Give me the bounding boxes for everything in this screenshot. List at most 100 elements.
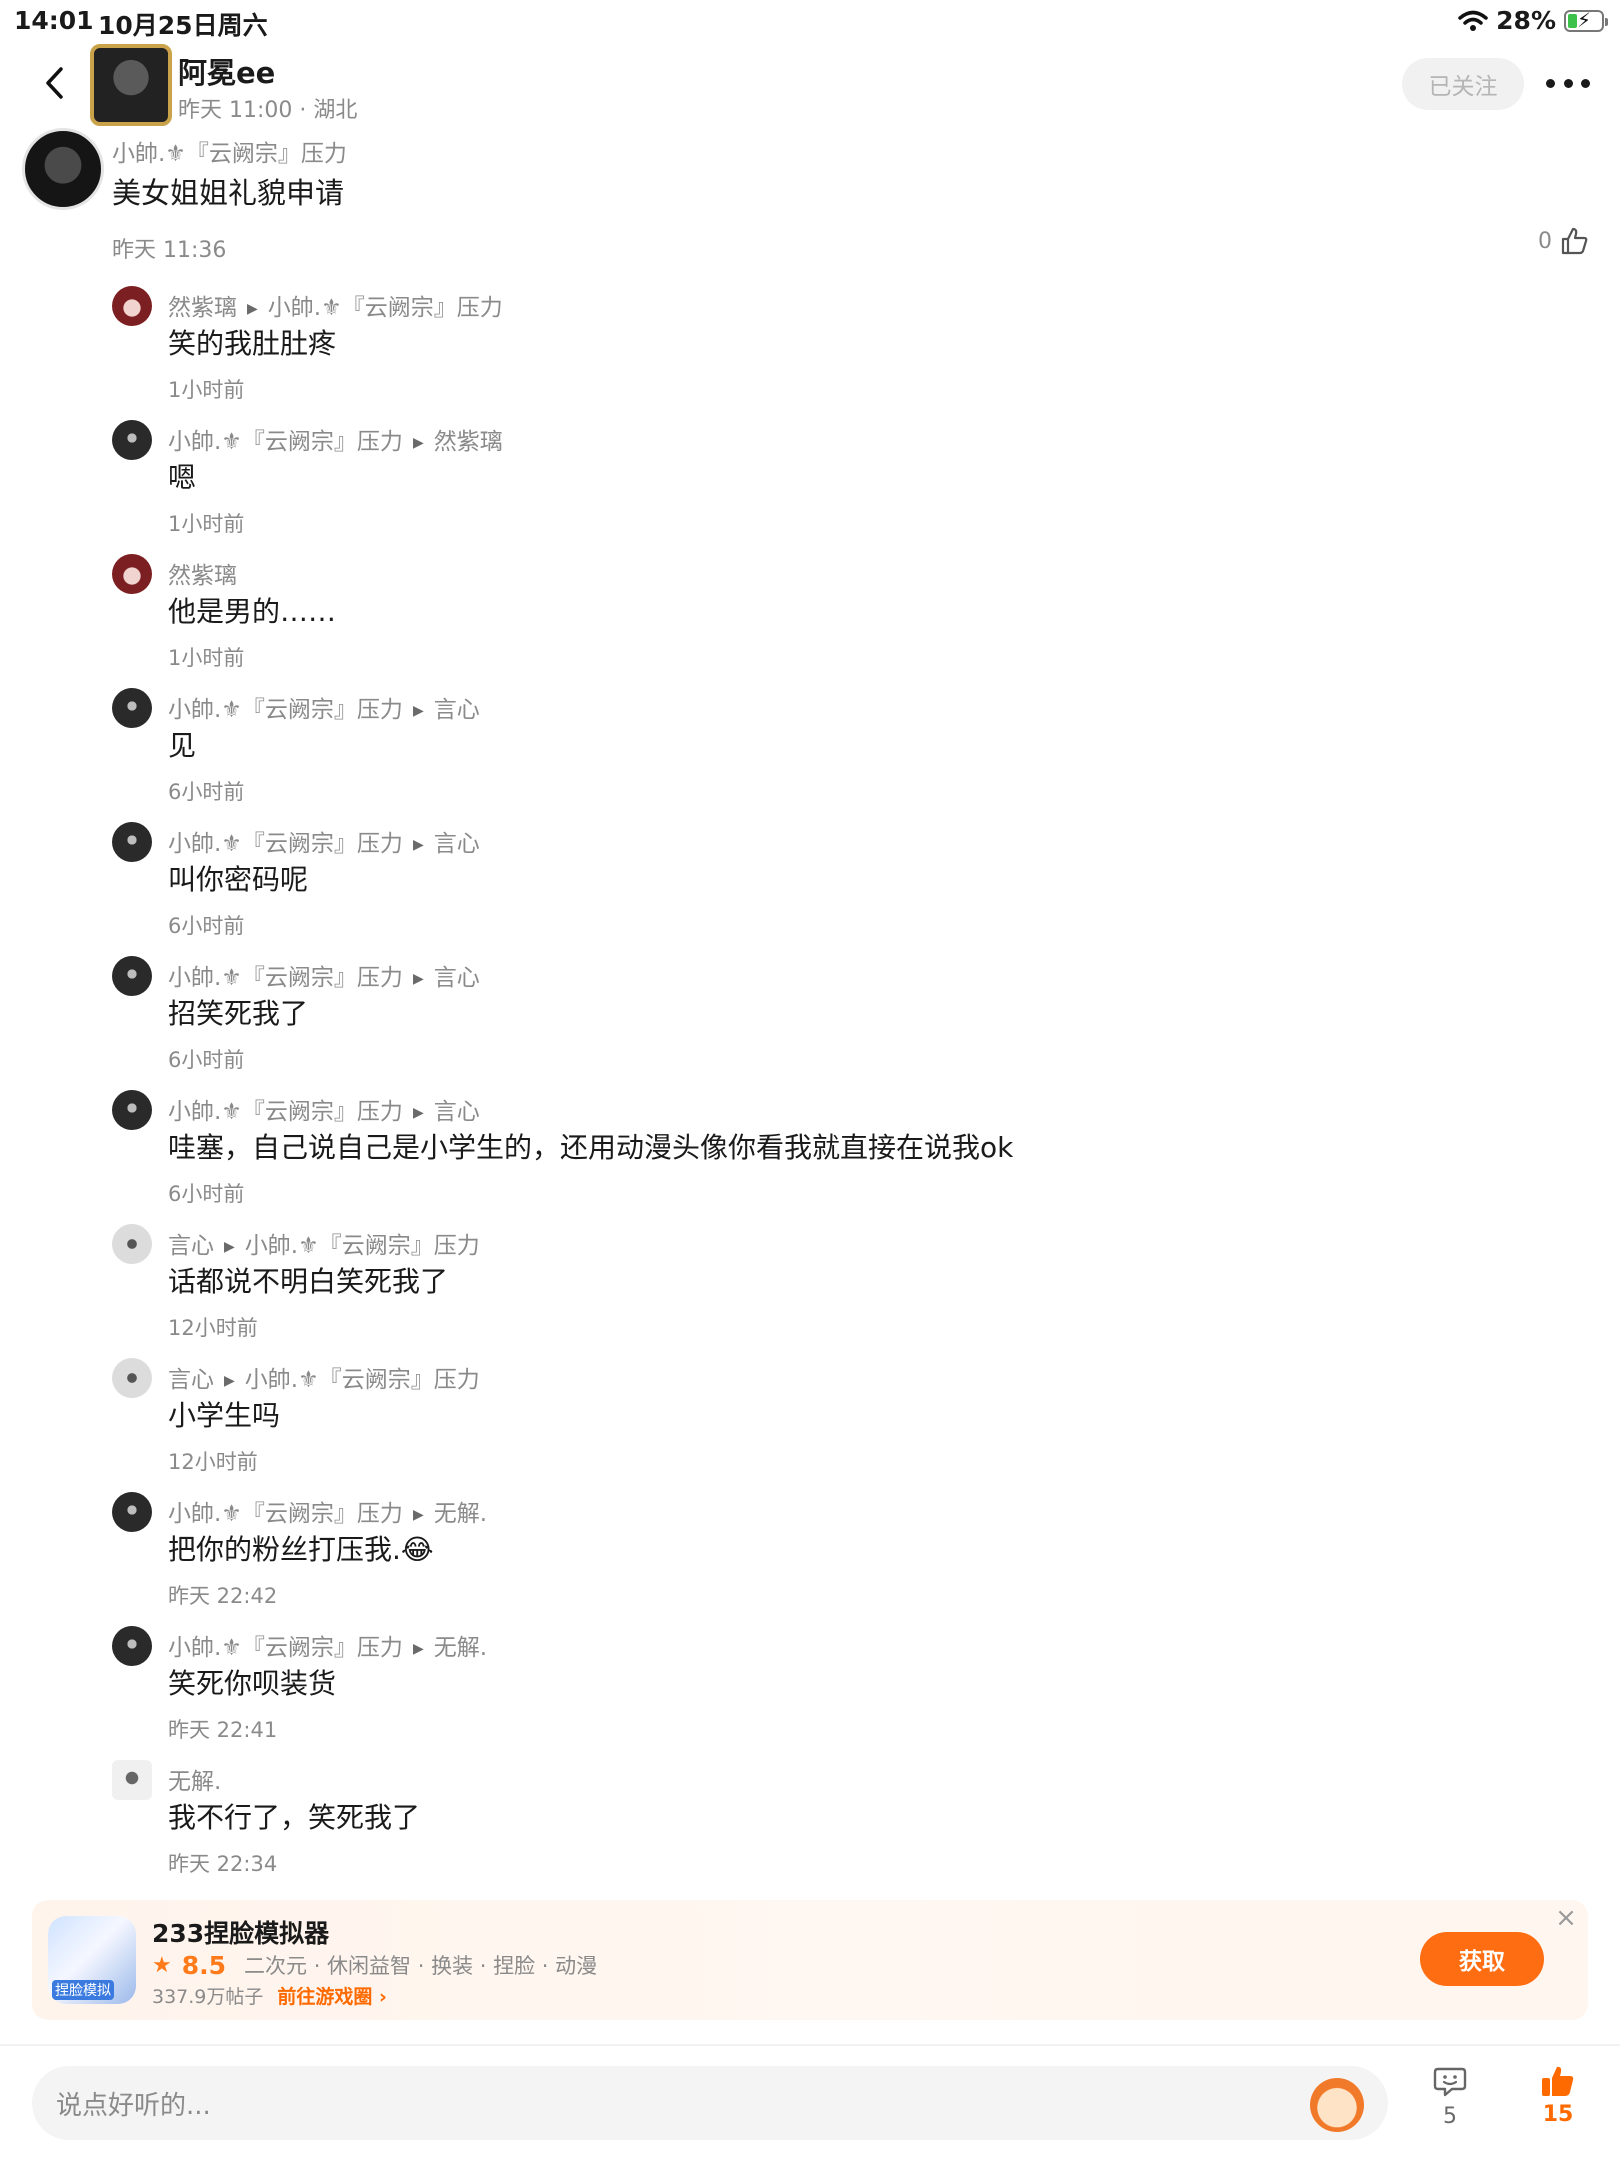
reply-time: 昨天 22:34 [168, 1852, 278, 1876]
reply-arrow-icon: ▶ [224, 1239, 235, 1255]
reply-author[interactable]: 小帥.⚜『云阙宗』压力 [168, 697, 403, 723]
reply-avatar[interactable] [112, 688, 152, 728]
reply-target[interactable]: 言心 [434, 697, 480, 723]
ad-icon-label: 捏脸模拟 [52, 1980, 114, 2000]
reply-author[interactable]: 小帥.⚜『云阙宗』压力 [168, 1099, 403, 1125]
reply-author[interactable]: 小帥.⚜『云阙宗』压力 [168, 831, 403, 857]
author-name[interactable]: 阿冕ee [178, 50, 275, 92]
ad-posts-row: 337.9万帖子 前往游戏圈 › [152, 1982, 387, 2009]
wifi-icon [1458, 10, 1488, 31]
emoji-sticker-icon[interactable] [1310, 2078, 1364, 2132]
reply-avatar[interactable] [112, 1760, 152, 1800]
reply-names: 然紫璃 [168, 556, 237, 590]
more-options-button[interactable] [1546, 68, 1590, 98]
reply-text: 叫你密码呢 [168, 863, 309, 896]
reply-arrow-icon: ▶ [412, 837, 424, 853]
comment-count-button[interactable]: 5 [1426, 2066, 1474, 2129]
main-comment-avatar[interactable] [22, 128, 104, 210]
reply-text: 把你的粉丝打压我.😂 [168, 1533, 434, 1566]
comment-count: 5 [1443, 2104, 1457, 2129]
reply-item[interactable]: 小帥.⚜『云阙宗』压力 ▶ 言心叫你密码呢 6小时前 [0, 822, 1620, 956]
ad-app-icon[interactable]: 捏脸模拟 [48, 1916, 136, 2004]
reply-avatar[interactable] [112, 554, 152, 594]
bottom-divider [0, 2044, 1620, 2046]
chevron-right-icon: › [379, 1986, 387, 2008]
reply-time: 12小时前 [168, 1316, 258, 1340]
reply-target[interactable]: 无解. [434, 1501, 487, 1527]
author-avatar[interactable] [90, 44, 172, 126]
reply-item[interactable]: 无解. 我不行了，笑死我了 昨天 22:34 [0, 1760, 1620, 1894]
reply-avatar[interactable] [112, 286, 152, 326]
reply-target[interactable]: 无解. [434, 1635, 487, 1661]
reply-item[interactable]: 小帥.⚜『云阙宗』压力 ▶ 言心见 6小时前 [0, 688, 1620, 822]
reply-text: 招笑死我了 [168, 997, 309, 1030]
reply-item[interactable]: 小帥.⚜『云阙宗』压力 ▶ 言心 哇塞，自己说自己是小学生的，还用动漫头像你看我就直接… [0, 1090, 1620, 1224]
reply-target[interactable]: 言心 [434, 965, 480, 991]
reply-avatar[interactable] [112, 1358, 152, 1398]
more-dot-icon [1563, 78, 1573, 88]
reply-item[interactable]: 小帥.⚜『云阙宗』压力 ▶ 无解. 把你的粉丝打压我.😂 昨天 22:42 [0, 1492, 1620, 1626]
status-date: 10月25日周六 [98, 11, 268, 40]
reply-target[interactable]: 言心 [434, 831, 480, 857]
main-comment-like-button[interactable]: 0 [1538, 226, 1590, 256]
battery-percent: 28% [1496, 6, 1556, 35]
reply-text: 笑死你呗装货 [168, 1667, 337, 1700]
reply-target[interactable]: 言心 [434, 1099, 480, 1125]
reply-author[interactable]: 小帥.⚜『云阙宗』压力 [168, 1501, 403, 1527]
ad-close-icon[interactable]: × [1552, 1903, 1580, 1933]
ad-get-button[interactable]: 获取 [1420, 1932, 1544, 1986]
status-time: 14:01 [14, 6, 94, 35]
reply-text: 见 [168, 729, 197, 762]
reply-time: 1小时前 [168, 378, 245, 402]
reply-time: 6小时前 [168, 914, 245, 938]
reply-item[interactable]: 小帥.⚜『云阙宗』压力 ▶ 言心 招笑死我了 6小时前 [0, 956, 1620, 1090]
reply-avatar[interactable] [112, 956, 152, 996]
reply-target[interactable]: 小帥.⚜『云阙宗』压力 [245, 1367, 480, 1393]
like-count-button[interactable]: 15 [1534, 2064, 1582, 2127]
reply-item[interactable]: 言心 ▶ 小帥.⚜『云阙宗』压力 话都说不明白笑死我了 12小时前 [0, 1224, 1620, 1358]
reply-arrow-icon: ▶ [412, 1105, 424, 1121]
main-comment-author[interactable]: 小帥.⚜『云阙宗』压力 [112, 134, 347, 168]
main-comment-time: 昨天 11:36 [112, 238, 227, 263]
reply-avatar[interactable] [112, 1626, 152, 1666]
reply-item[interactable]: 然紫璃 他是男的…… 1小时前 [0, 554, 1620, 688]
ad-title[interactable]: 233捏脸模拟器 [152, 1914, 329, 1950]
comment-input[interactable]: 说点好听的... [32, 2066, 1388, 2140]
follow-button[interactable]: 已关注 [1402, 58, 1524, 110]
chevron-left-icon [46, 67, 63, 99]
reply-time: 6小时前 [168, 780, 245, 804]
reply-author[interactable]: 然紫璃 [168, 295, 237, 321]
reply-arrow-icon: ▶ [247, 301, 258, 317]
reply-avatar[interactable] [112, 822, 152, 862]
reply-author[interactable]: 小帥.⚜『云阙宗』压力 [168, 429, 403, 455]
reply-avatar[interactable] [112, 1224, 152, 1264]
reply-item[interactable]: 言心 ▶ 小帥.⚜『云阙宗』压力 小学生吗 12小时前 [0, 1358, 1620, 1492]
reply-item[interactable]: 小帥.⚜『云阙宗』压力 ▶ 无解. 笑死你呗装货 昨天 22:41 [0, 1626, 1620, 1760]
reply-author[interactable]: 言心 [168, 1233, 214, 1259]
comment-icon [1433, 2067, 1467, 2097]
back-button[interactable] [34, 58, 74, 108]
reply-arrow-icon: ▶ [224, 1373, 235, 1389]
reply-item[interactable]: 然紫璃 ▶ 小帥.⚜『云阙宗』压力笑的我肚肚疼 1小时前 [0, 286, 1620, 420]
reply-time: 6小时前 [168, 1048, 245, 1072]
reply-target[interactable]: 小帥.⚜『云阙宗』压力 [268, 295, 503, 321]
reply-text: 笑的我肚肚疼 [168, 327, 337, 360]
reply-names: 小帥.⚜『云阙宗』压力 ▶ 言心 [168, 690, 480, 724]
reply-author[interactable]: 无解. [168, 1769, 221, 1795]
reply-avatar[interactable] [112, 1492, 152, 1532]
reply-target[interactable]: 然紫璃 [434, 429, 503, 455]
reply-target[interactable]: 小帥.⚜『云阙宗』压力 [245, 1233, 480, 1259]
reply-author[interactable]: 小帥.⚜『云阙宗』压力 [168, 1635, 403, 1661]
ad-game-circle-link[interactable]: 前往游戏圈 › [277, 1982, 386, 2009]
reply-author[interactable]: 然紫璃 [168, 563, 237, 589]
ad-game-circle-link-label: 前往游戏圈 [277, 1986, 373, 2008]
reply-author[interactable]: 小帥.⚜『云阙宗』压力 [168, 965, 403, 991]
reply-names: 小帥.⚜『云阙宗』压力 ▶ 言心 [168, 824, 480, 858]
reply-item[interactable]: 小帥.⚜『云阙宗』压力 ▶ 然紫璃嗯 1小时前 [0, 420, 1620, 554]
reply-avatar[interactable] [112, 1090, 152, 1130]
reply-avatar[interactable] [112, 420, 152, 460]
main-comment-like-count: 0 [1538, 228, 1552, 254]
reply-time: 昨天 22:41 [168, 1718, 278, 1742]
reply-arrow-icon: ▶ [412, 435, 424, 451]
reply-author[interactable]: 言心 [168, 1367, 214, 1393]
